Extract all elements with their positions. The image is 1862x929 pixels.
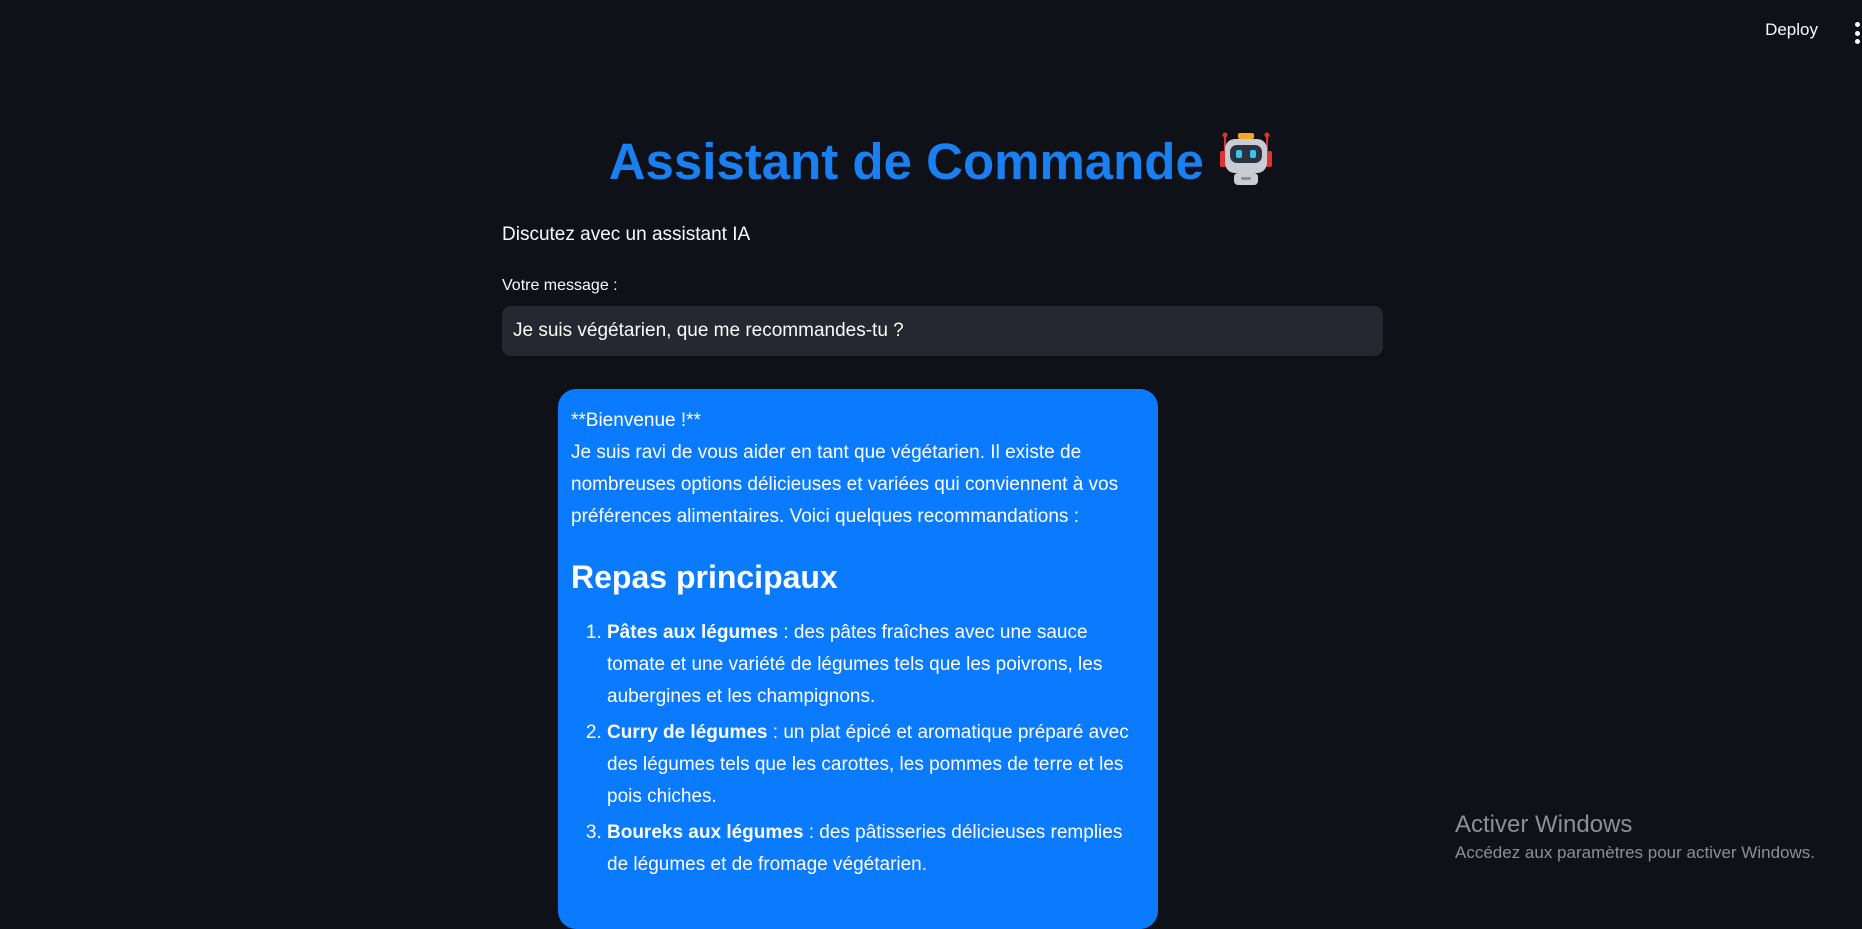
list-item-name: Pâtes aux légumes: [607, 622, 779, 643]
message-input-label: Votre message :: [502, 277, 618, 294]
page-title: Assistant de Commande: [608, 133, 1204, 190]
response-section-title: Repas principaux: [571, 559, 838, 595]
kebab-dot: [1854, 39, 1860, 44]
windows-activation-watermark: Activer Windows Accédez aux paramètres p…: [1455, 810, 1815, 866]
response-intro: Je suis ravi de vous aider en tant que v…: [571, 442, 1119, 527]
list-item-name: Curry de légumes: [607, 722, 768, 743]
page-subtitle: Discutez avec un assistant IA: [502, 224, 751, 245]
kebab-dot: [1854, 30, 1860, 36]
list-item: Curry de légumes : un plat épicé et arom…: [607, 717, 1145, 813]
top-toolbar: Deploy: [0, 0, 1862, 64]
deploy-button[interactable]: Deploy: [1765, 20, 1818, 40]
list-item: Pâtes aux légumes : des pâtes fraîches a…: [607, 617, 1145, 713]
watermark-subtitle: Accédez aux paramètres pour activer Wind…: [1455, 843, 1815, 862]
robot-emoji-icon: [1220, 132, 1273, 185]
message-input[interactable]: [502, 306, 1383, 356]
list-item: Boureks aux légumes : des pâtisseries dé…: [607, 817, 1145, 881]
assistant-response-bubble: **Bienvenue !** Je suis ravi de vous aid…: [558, 389, 1158, 929]
kebab-menu-icon[interactable]: [1852, 22, 1862, 44]
recommendation-list: Pâtes aux légumes : des pâtes fraîches a…: [571, 617, 1145, 881]
kebab-dot: [1854, 22, 1860, 27]
list-item-name: Boureks aux légumes: [607, 822, 804, 843]
response-greeting: **Bienvenue !**: [571, 410, 701, 431]
watermark-title: Activer Windows: [1455, 811, 1633, 838]
title-row: Assistant de Commande: [502, 132, 1383, 191]
